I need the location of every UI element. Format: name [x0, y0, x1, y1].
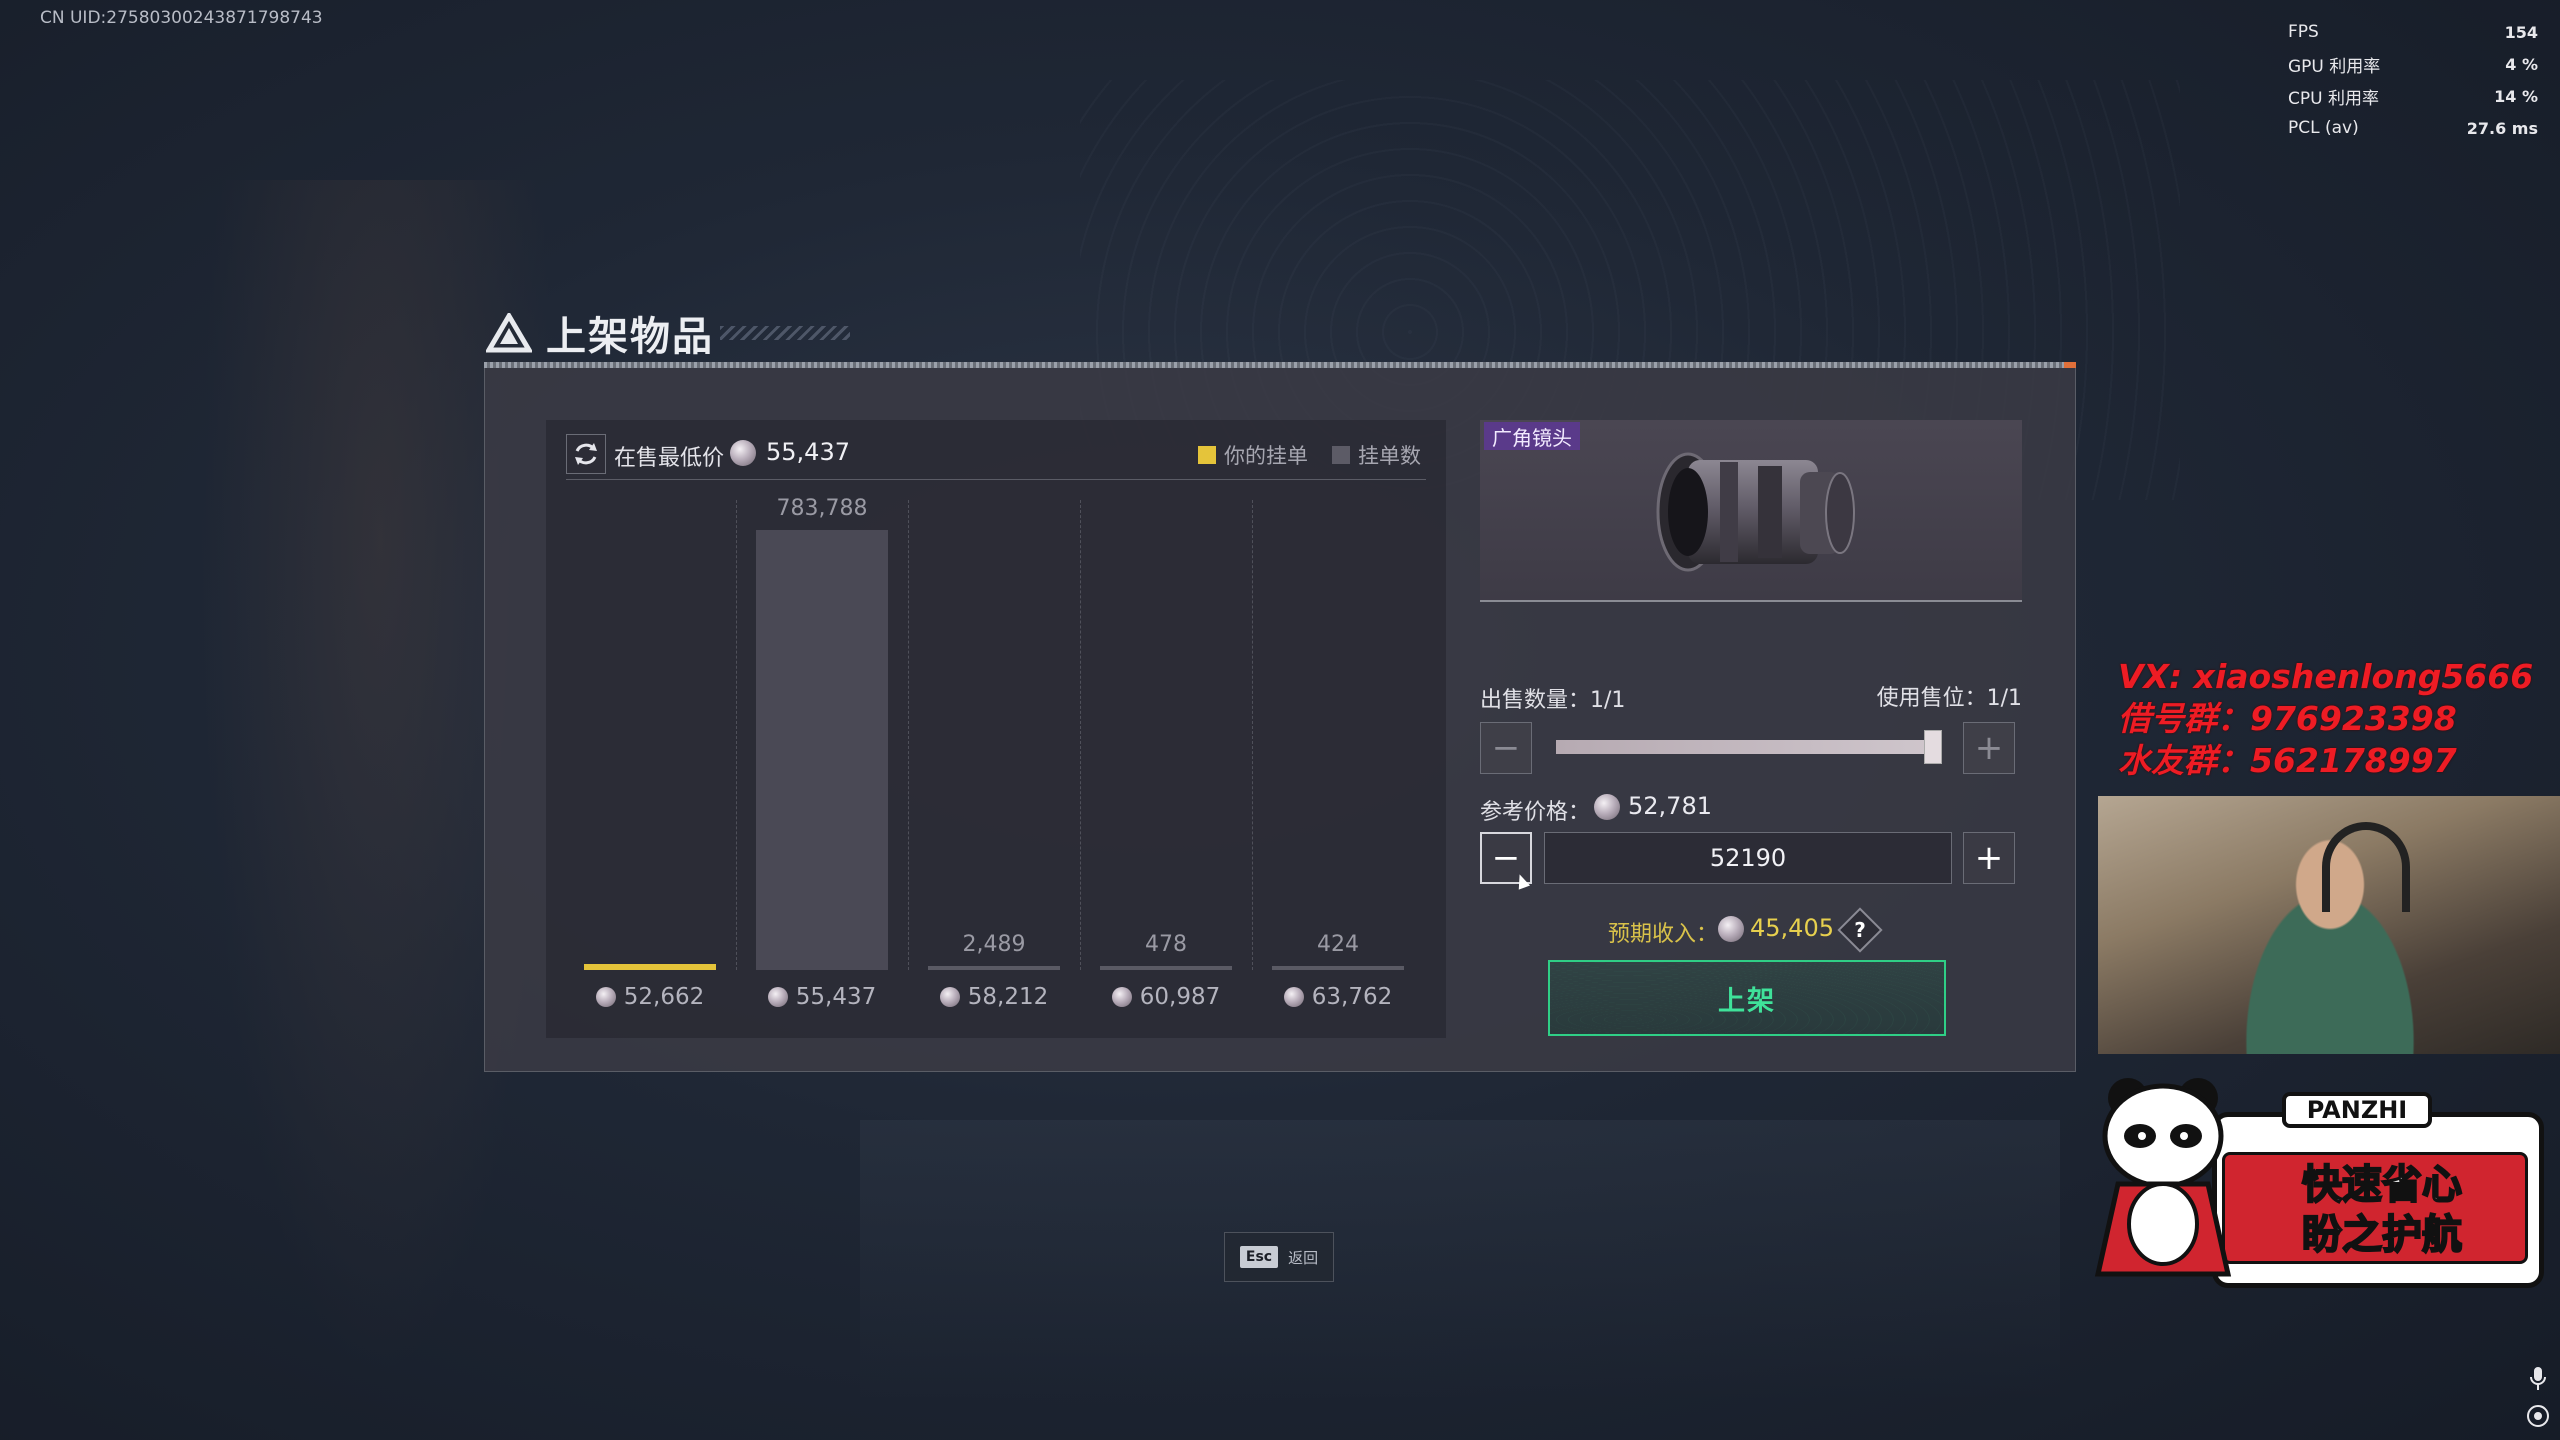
perf-label: CPU 利用率 [2288, 88, 2379, 109]
quantity-slider-handle[interactable] [1924, 730, 1942, 764]
bar-separator [1080, 500, 1081, 970]
price-increase-button[interactable]: + [1963, 832, 2015, 884]
price-tick-label: 58,212 [919, 984, 1069, 1010]
bar-value-label: 2,489 [962, 932, 1026, 957]
perf-label: PCL (av) [2288, 118, 2359, 138]
dialog-top-border [484, 362, 2076, 368]
perf-value: 4 % [2505, 54, 2538, 74]
quantity-decrease-button[interactable]: − [1480, 722, 1532, 774]
legend-swatch-gray [1332, 446, 1350, 464]
coin-icon [595, 987, 616, 1007]
dialog-top-accent [2064, 362, 2076, 368]
sponsor-slogan-2: 盼之护航 [2301, 1211, 2463, 1259]
legend-your-listing: 你的挂单 [1198, 440, 1308, 470]
price-tick-label: 60,987 [1091, 984, 1241, 1010]
refresh-icon [575, 443, 597, 465]
price-input[interactable] [1544, 832, 1952, 884]
reference-price-value: 52,781 [1628, 792, 1712, 820]
coin-icon [730, 440, 756, 466]
perf-row-pcl: PCL (av) 27.6 ms [2288, 112, 2538, 144]
bar-separator [1252, 500, 1253, 970]
lowest-price-value: 55,437 [766, 438, 850, 466]
lowest-price-label: 在售最低价 [614, 446, 725, 471]
bar-separator [908, 500, 909, 970]
panda-mascot-icon [2094, 1078, 2232, 1277]
price-tick-text: 55,437 [795, 984, 877, 1010]
expected-income-label: 预期收入： [1608, 922, 1719, 947]
wide-angle-lens-image [1656, 452, 1855, 572]
bar-value-label: 424 [1317, 932, 1359, 957]
bar-value-label: 783,788 [776, 496, 868, 521]
price-tick-text: 52,662 [623, 984, 705, 1010]
coin-icon [1283, 987, 1304, 1007]
refresh-button[interactable] [566, 434, 606, 474]
dialog-title: 上架物品 [546, 314, 714, 360]
price-tick-text: 63,762 [1311, 984, 1393, 1010]
price-tick-label: 55,437 [747, 984, 897, 1010]
background-menu-blur [860, 1120, 2060, 1400]
chart-bar [1100, 966, 1232, 970]
help-icon: ? [1854, 918, 1866, 942]
microphone-icon[interactable] [2528, 1366, 2548, 1392]
chart-bar [756, 530, 888, 970]
legend-swatch-yellow [1198, 446, 1216, 464]
perf-value: 14 % [2494, 86, 2538, 106]
reference-price-label: 参考价格： [1480, 800, 1591, 825]
coin-icon [939, 987, 960, 1007]
price-tick-text: 60,987 [1139, 984, 1221, 1010]
sponsor-brand: PANZHI [2282, 1092, 2432, 1128]
perf-row-cpu: CPU 利用率 14 % [2288, 80, 2538, 112]
perf-label: FPS [2288, 22, 2319, 42]
dialog-title-bar: 上架物品 [486, 306, 714, 360]
legend-label: 挂单数 [1358, 444, 1421, 468]
legend-listing-count: 挂单数 [1332, 440, 1421, 470]
coin-icon [1718, 916, 1744, 942]
perf-label: GPU 利用率 [2288, 56, 2381, 77]
coin-icon [1111, 987, 1132, 1007]
perf-value: 27.6 ms [2466, 118, 2538, 138]
price-tick-text: 58,212 [967, 984, 1049, 1010]
esc-key-icon: Esc [1239, 1246, 1279, 1268]
legend-label: 你的挂单 [1224, 444, 1308, 468]
your-listing-bar [584, 964, 716, 970]
quantity-slider[interactable] [1556, 740, 1940, 754]
headset-icon [2322, 822, 2410, 912]
esc-back-button[interactable]: Esc 返回 [1224, 1232, 1334, 1282]
coin-icon [767, 987, 788, 1007]
used-slots-label: 使用售位：1/1 [1876, 686, 2022, 711]
coin-icon [1594, 794, 1620, 820]
stream-promo-text: VX: xiaoshenlong5666 借号群：976923398 水友群：5… [2118, 656, 2533, 782]
bar-value-label: 478 [1145, 932, 1187, 957]
perf-row-gpu: GPU 利用率 4 % [2288, 48, 2538, 80]
quantity-slider-fill [1556, 740, 1940, 754]
chart-bar [928, 966, 1060, 970]
expected-income-value: 45,405 [1750, 914, 1834, 942]
back-label: 返回 [1288, 1248, 1319, 1267]
title-decoration [720, 326, 850, 340]
perf-row-fps: FPS 154 [2288, 16, 2538, 48]
record-icon[interactable] [2526, 1404, 2550, 1428]
promo-line: 水友群：562178997 [2118, 741, 2457, 780]
player-uid: CN UID:27580300243871798743 [40, 8, 323, 28]
price-tick-label: 63,762 [1263, 984, 1413, 1010]
promo-line: 借号群：976923398 [2118, 699, 2457, 738]
performance-overlay: FPS 154 GPU 利用率 4 % CPU 利用率 14 % PCL (av… [2288, 16, 2538, 144]
bar-separator [736, 500, 737, 970]
item-name-tag: 广角镜头 [1484, 422, 1580, 450]
delta-logo-icon [486, 313, 532, 353]
sell-quantity-label: 出售数量：1/1 [1480, 688, 1626, 713]
quantity-increase-button[interactable]: + [1963, 722, 2015, 774]
price-tick-label: 52,662 [575, 984, 725, 1010]
perf-value: 154 [2504, 22, 2538, 42]
promo-line: VX: xiaoshenlong5666 [2118, 657, 2534, 696]
list-item-button[interactable]: 上架 [1548, 960, 1946, 1036]
chart-bar [1272, 966, 1404, 970]
